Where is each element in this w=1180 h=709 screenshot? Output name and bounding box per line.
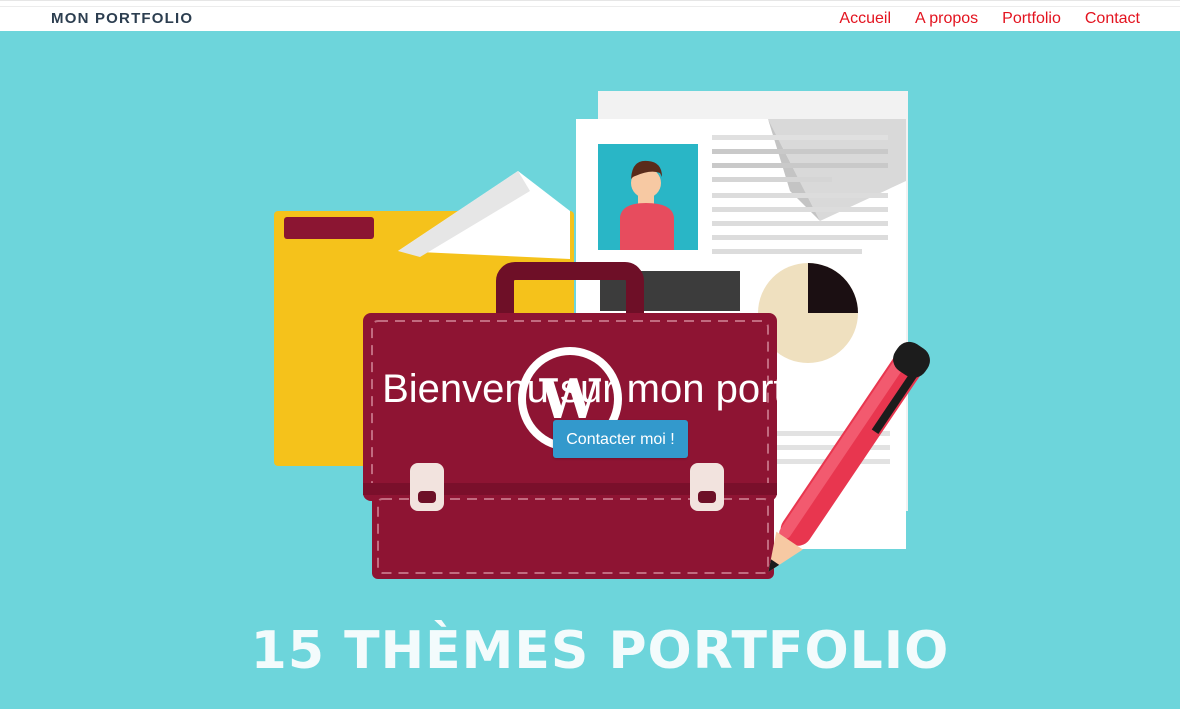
hero-image-caption: 15 THÈMES PORTFOLIO bbox=[250, 621, 950, 681]
top-navbar: MON PORTFOLIO Accueil A propos Portfolio… bbox=[0, 0, 1180, 31]
hero-section: W Bienvenu sur mon portfolio Contacter m… bbox=[0, 31, 1180, 709]
nav-link-contact[interactable]: Contact bbox=[1085, 10, 1140, 28]
hero-title: Bienvenu sur mon portfolio bbox=[382, 367, 858, 411]
nav-link-a-propos[interactable]: A propos bbox=[915, 10, 978, 28]
contact-button[interactable]: Contacter moi ! bbox=[553, 420, 688, 458]
page: MON PORTFOLIO Accueil A propos Portfolio… bbox=[0, 0, 1180, 709]
nav-link-portfolio[interactable]: Portfolio bbox=[1002, 10, 1061, 28]
avatar-icon bbox=[598, 144, 698, 250]
nav-link-accueil[interactable]: Accueil bbox=[839, 10, 891, 28]
nav-menu: Accueil A propos Portfolio Contact bbox=[815, 10, 1140, 28]
navbar-divider bbox=[0, 6, 1180, 7]
site-brand[interactable]: MON PORTFOLIO bbox=[51, 10, 193, 27]
